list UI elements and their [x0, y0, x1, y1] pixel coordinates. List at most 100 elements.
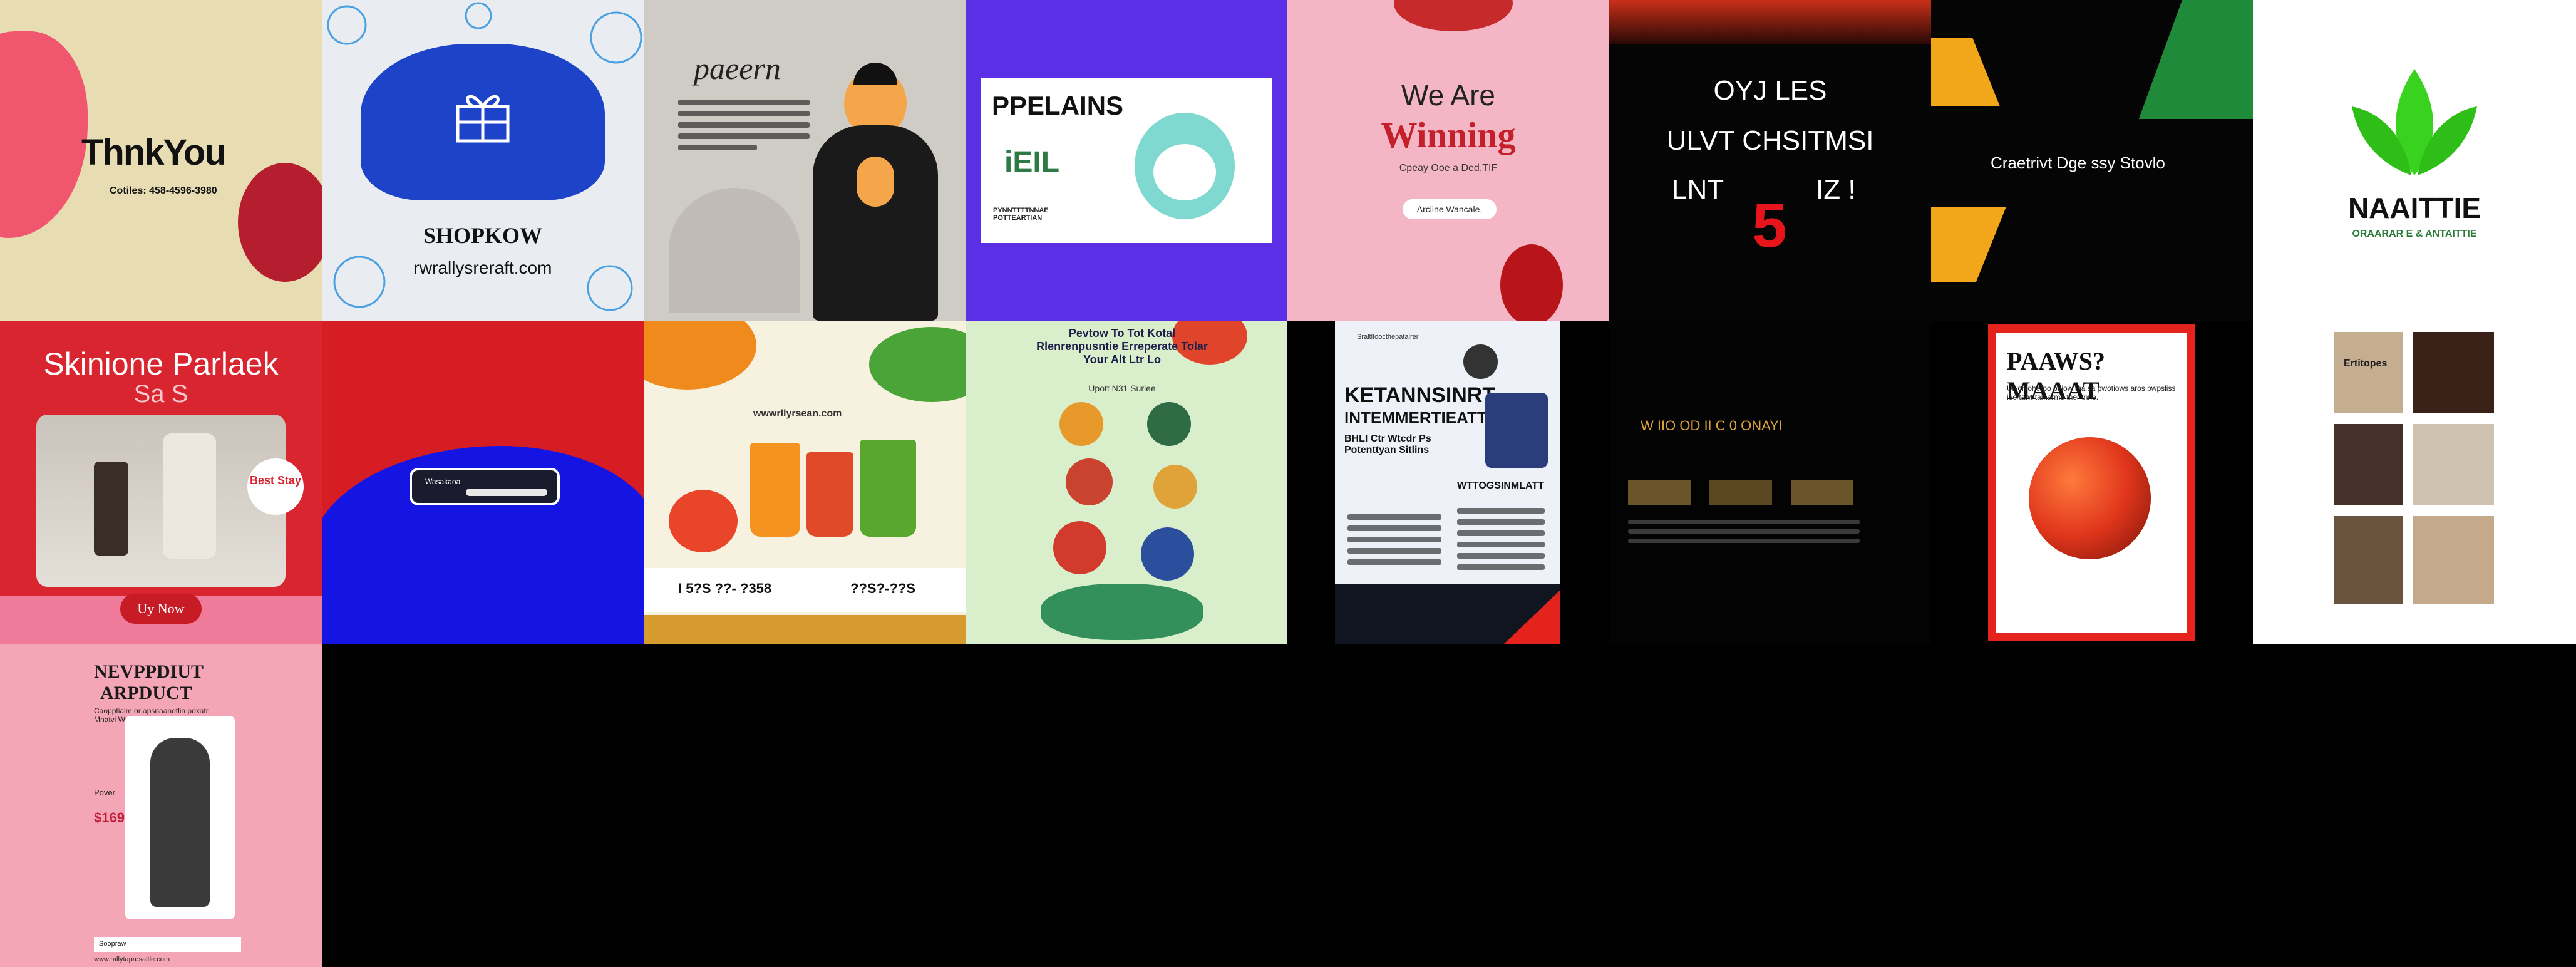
poster-subtitle: Ulvonloherpo paiow tha sa pwotiows aros … — [2007, 384, 2176, 401]
illustration-item — [1041, 584, 1203, 640]
shop-title: SHOPKOW — [423, 223, 543, 248]
template-gallery-grid: ThnkYou Cotiles: 458-4596-3980 SHOPKOW r… — [0, 0, 2576, 967]
header-text: Sraltltoocthepatalrer — [1357, 333, 1419, 341]
green-swoosh — [869, 327, 966, 402]
illustration-item — [1147, 402, 1191, 446]
template-tile-naaittie[interactable]: NAAITTIE ORAARAR E & ANTAITTIE — [2253, 0, 2576, 321]
template-tile-prayer[interactable]: paeern — [644, 0, 966, 321]
grid-photo — [2334, 332, 2403, 413]
agenda-list — [1347, 509, 1441, 571]
footer-band — [644, 615, 966, 644]
template-tile-creative-studio[interactable]: Craetrivt Dge ssy Stovlo — [1931, 0, 2253, 321]
mosque-illustration — [669, 188, 800, 313]
footer-label: Soopraw — [99, 940, 126, 948]
template-tile-paaws-maaat[interactable]: PAAWS? MAAAT Ulvonloherpo paiow tha sa p… — [1988, 324, 2195, 641]
headline-line-3: LNT — [1672, 174, 1724, 205]
footer-url: www.rallytaprosaltle.com — [94, 956, 170, 963]
card-title: PPELAINS — [992, 91, 1124, 120]
studio-title: Craetrivt Dge ssy Stovlo — [1991, 153, 2165, 172]
pump-bottle — [163, 433, 216, 559]
price-label: Pover — [94, 788, 115, 797]
buy-now-button[interactable]: Uy Now — [120, 594, 202, 624]
illustration-item — [1059, 402, 1103, 446]
photo-thumb — [1791, 480, 1853, 505]
browser-card[interactable] — [410, 468, 560, 505]
leaf-icon — [2352, 69, 2477, 175]
template-tile-juice[interactable]: wwwrllyrsean.com I 5?S ??- ?358 ??S?-??S — [644, 321, 966, 644]
grid-photo — [2413, 516, 2494, 604]
logo-mark: iEIL — [1004, 146, 1060, 179]
event-title-2: INTEMMERTIEATT — [1344, 408, 1487, 427]
fruit — [669, 490, 738, 552]
blob-shape — [0, 31, 88, 238]
headline-line-1: OYJ LES — [1713, 75, 1827, 106]
caption-lines — [1628, 515, 1860, 548]
headline-line-3b: IZ ! — [1816, 174, 1856, 205]
red-badge: 5 — [1752, 190, 1787, 261]
subtitle: Cpeay Ooe a Ded.TIF — [1399, 163, 1498, 173]
juice-glass — [806, 452, 853, 537]
headline-line-1: We Are — [1401, 79, 1495, 111]
orange-swoosh — [644, 321, 756, 390]
photo-thumb — [1628, 480, 1691, 505]
event-subtitle: BHLI Ctr Wtcdr Ps Potenttyan Sitlins — [1344, 433, 1431, 455]
template-tile-shopkow[interactable]: SHOPKOW rwrallysreraft.com — [322, 0, 644, 321]
illustration-item — [1153, 465, 1197, 509]
headline-line-2: ULVT CHSITMSI — [1666, 125, 1874, 156]
headline-line-2: Sa S — [133, 380, 188, 408]
string-lights — [1609, 0, 1931, 44]
template-tile-photo-grid[interactable]: Ertitopes — [2253, 321, 2576, 644]
grid-photo — [2413, 332, 2494, 413]
product-title-2: ARPDUCT — [100, 683, 192, 703]
browser-card-label: Wasakaoa — [425, 477, 461, 486]
orange-shape — [1931, 207, 2006, 282]
website-url: wwwrllyrsean.com — [753, 408, 842, 419]
cta-button[interactable]: Arcline Wancale. — [1403, 199, 1497, 219]
illustration-item — [1053, 521, 1106, 574]
speaker-list — [1457, 502, 1545, 576]
template-tile-christmas[interactable]: OYJ LES ULVT CHSITMSI LNT IZ ! 5 — [1609, 0, 1931, 321]
template-tile-winning[interactable]: We Are Winning Cpeay Ooe a Ded.TIF Arcli… — [1287, 0, 1609, 321]
template-tile-browser-mock[interactable]: Wasakaoa — [322, 321, 644, 644]
shop-url: rwrallysreraft.com — [413, 258, 552, 277]
green-corner — [2138, 0, 2253, 119]
speaker-photo — [1485, 393, 1548, 468]
juice-glass — [750, 443, 800, 537]
gift-box-icon — [456, 95, 510, 143]
person-cap — [853, 63, 897, 85]
template-tile-ppelains[interactable]: PPELAINS iEIL PYNNTTTTNNAE POTTEARTIAN — [966, 0, 1287, 321]
template-tile-dark-banner[interactable]: W IIO OD II C 0 ONAYI — [1609, 321, 1931, 644]
product-photo — [36, 415, 286, 587]
illustration-item — [1141, 527, 1194, 581]
planet-sphere — [2029, 437, 2151, 559]
photo-thumb — [1709, 480, 1772, 505]
model-figure — [150, 738, 210, 907]
banner-title: W IIO OD II C 0 ONAYI — [1641, 418, 1783, 433]
template-tile-thank-you[interactable]: ThnkYou Cotiles: 458-4596-3980 — [0, 0, 322, 321]
script-title: paeern — [694, 51, 781, 86]
template-tile-education[interactable]: Pevtow To Tot Kotal Rlenrenpusntie Errep… — [966, 321, 1287, 644]
headline-line-1: Skinione Parlaek — [43, 346, 279, 381]
dropper-bottle — [94, 462, 128, 556]
best-seller-badge: Best Stay — [247, 458, 304, 515]
floral-shape — [1500, 244, 1563, 321]
thank-you-title: ThnkYou — [81, 132, 227, 173]
template-tile-skincare[interactable]: Skinione Parlaek Sa S Best Stay Uy Now — [0, 321, 322, 644]
template-tile-conference[interactable]: Sraltltoocthepatalrer KETANNSINRT INTEMM… — [1335, 321, 1560, 644]
grid-photo — [2334, 424, 2403, 505]
floral-shape — [1394, 0, 1513, 31]
section-heading: WTTOGSINMLATT — [1457, 480, 1544, 491]
character-face — [1153, 144, 1216, 200]
body-text-block — [678, 94, 810, 156]
person-hands — [857, 157, 894, 207]
product-title-1: NEVPPDIUT — [94, 661, 204, 682]
grid-title: Ertitopes — [2344, 358, 2388, 369]
illustration-item — [1066, 458, 1113, 505]
phone-number-1: I 5?S ??- ?358 — [678, 581, 772, 596]
event-title: KETANNSINRT — [1344, 383, 1496, 407]
template-tile-new-product[interactable]: NEVPPDIUT ARPDUCT Caopptialm or apsnaano… — [0, 644, 322, 967]
headline: Pevtow To Tot Kotal Rlenrenpusntie Errep… — [1036, 327, 1208, 366]
blob-shape — [238, 163, 322, 282]
speaker-avatar — [1463, 344, 1498, 379]
person-body — [813, 125, 938, 321]
